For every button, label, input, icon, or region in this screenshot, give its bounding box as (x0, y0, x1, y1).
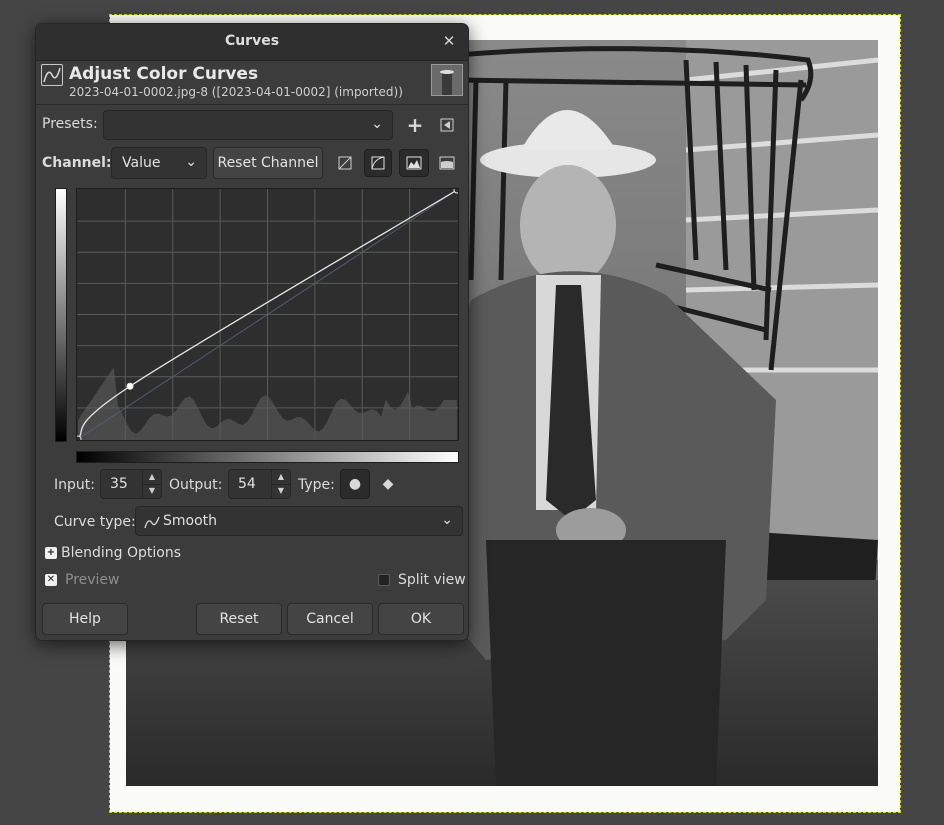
image-name: 2023-04-01-0002.jpg-8 ([2023-04-01-0002]… (69, 85, 403, 99)
input-label: Input: (54, 477, 95, 493)
increment-icon[interactable]: ▲ (143, 470, 161, 485)
decrement-icon[interactable]: ▼ (272, 484, 290, 498)
help-button[interactable]: Help (42, 603, 128, 635)
perceptual-mode-icon[interactable] (364, 149, 392, 177)
smooth-curve-icon (144, 514, 160, 533)
dialog-titlebar[interactable]: Curves ✕ (36, 24, 468, 61)
image-thumbnail (431, 64, 463, 96)
control-point[interactable] (453, 186, 461, 194)
channel-combo[interactable]: Value ⌄ (111, 147, 207, 179)
split-view-label[interactable]: Split view (398, 572, 466, 588)
increment-icon[interactable]: ▲ (272, 470, 290, 485)
expand-icon[interactable]: + (45, 547, 57, 559)
reset-channel-button[interactable]: Reset Channel (213, 147, 323, 179)
cancel-button[interactable]: Cancel (287, 603, 373, 635)
output-label: Output: (169, 477, 223, 493)
curves-dialog: Curves ✕ Adjust Color Curves 2023-04-01-… (35, 23, 469, 641)
curve-type-combo[interactable]: Smooth ⌄ (135, 506, 463, 536)
reset-button[interactable]: Reset (196, 603, 282, 635)
input-gradient-bar (76, 451, 459, 463)
dialog-heading: Adjust Color Curves (69, 64, 259, 84)
linear-histogram-icon[interactable] (399, 149, 429, 177)
curve-graph[interactable] (74, 186, 461, 443)
curve-type-label: Curve type: (54, 514, 136, 530)
channel-value: Value (122, 155, 161, 171)
plus-icon[interactable]: + (402, 112, 428, 138)
smooth-point-icon[interactable]: ● (340, 469, 370, 499)
selected-control-point[interactable] (126, 382, 134, 390)
split-view-checkbox[interactable] (378, 574, 390, 586)
dialog-title: Curves (224, 33, 280, 49)
output-gradient-bar (55, 188, 67, 442)
chevron-down-icon: ⌄ (185, 154, 197, 170)
curve-plot[interactable] (74, 186, 461, 443)
presets-label: Presets: (42, 116, 98, 132)
input-value: 35 (110, 476, 128, 492)
corner-point-icon[interactable]: ◆ (375, 471, 401, 497)
channel-label: Channel: (42, 155, 112, 171)
chevron-down-icon: ⌄ (371, 116, 383, 132)
close-icon[interactable]: ✕ (440, 32, 458, 50)
preview-label[interactable]: Preview (65, 572, 120, 588)
input-spinner[interactable]: 35 ▲ ▼ (100, 469, 162, 499)
output-spinner[interactable]: 54 ▲ ▼ (228, 469, 291, 499)
preview-checkbox[interactable]: ✕ (45, 574, 57, 586)
log-histogram-icon[interactable] (434, 150, 460, 176)
decrement-icon[interactable]: ▼ (143, 484, 161, 498)
linear-mode-icon[interactable] (332, 150, 358, 176)
presets-combo[interactable]: ⌄ (103, 110, 393, 140)
type-label: Type: (298, 477, 335, 493)
control-point[interactable] (74, 435, 82, 443)
blending-options-label[interactable]: Blending Options (61, 545, 181, 561)
curve-type-value: Smooth (163, 513, 218, 529)
ok-button[interactable]: OK (378, 603, 464, 635)
output-value: 54 (238, 476, 256, 492)
triangle-menu-icon[interactable] (434, 112, 460, 138)
curve-icon (41, 64, 63, 86)
separator (36, 104, 468, 105)
chevron-down-icon: ⌄ (441, 512, 453, 528)
